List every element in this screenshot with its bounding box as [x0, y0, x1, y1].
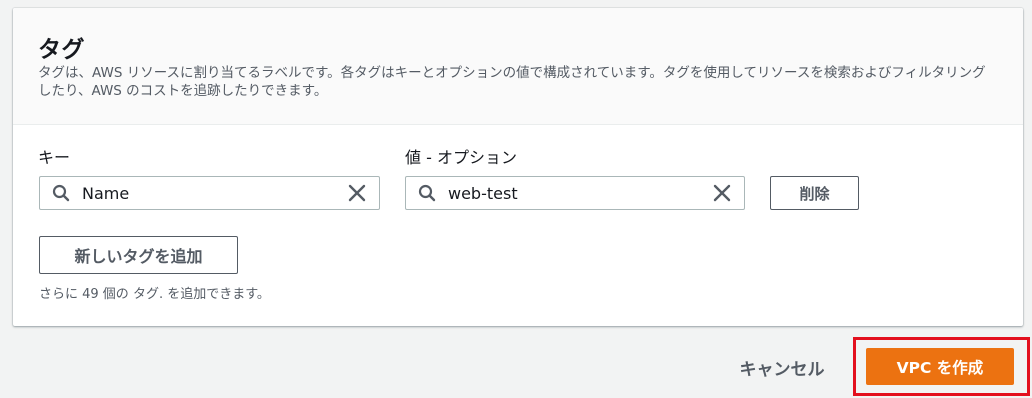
tags-panel-header: タグ タグは、AWS リソースに割り当てるラベルです。各タグはキーとオプションの… — [13, 8, 1023, 125]
remaining-tags-hint: さらに 49 個の タグ. を追加できます。 — [39, 287, 270, 302]
panel-title: タグ — [38, 37, 85, 63]
add-tag-button[interactable]: 新しいタグを追加 — [39, 236, 238, 274]
close-icon[interactable] — [712, 183, 732, 203]
close-icon[interactable] — [347, 183, 367, 203]
key-label: キー — [38, 148, 71, 167]
search-icon — [52, 184, 70, 202]
panel-description: タグは、AWS リソースに割り当てるラベルです。各タグはキーとオプションの値で構… — [38, 65, 986, 99]
tags-panel: タグ タグは、AWS リソースに割り当てるラベルです。各タグはキーとオプションの… — [13, 8, 1023, 326]
value-label: 値 - オプション — [405, 148, 517, 167]
search-icon — [418, 184, 436, 202]
tag-key-input[interactable]: Name — [39, 176, 380, 210]
tag-value-value[interactable]: web-test — [448, 184, 712, 203]
cancel-button[interactable]: キャンセル — [722, 352, 842, 382]
create-vpc-button[interactable]: VPC を作成 — [866, 348, 1014, 385]
tag-key-value[interactable]: Name — [82, 184, 347, 203]
remove-tag-button[interactable]: 削除 — [770, 176, 859, 210]
tag-value-input[interactable]: web-test — [405, 176, 745, 210]
